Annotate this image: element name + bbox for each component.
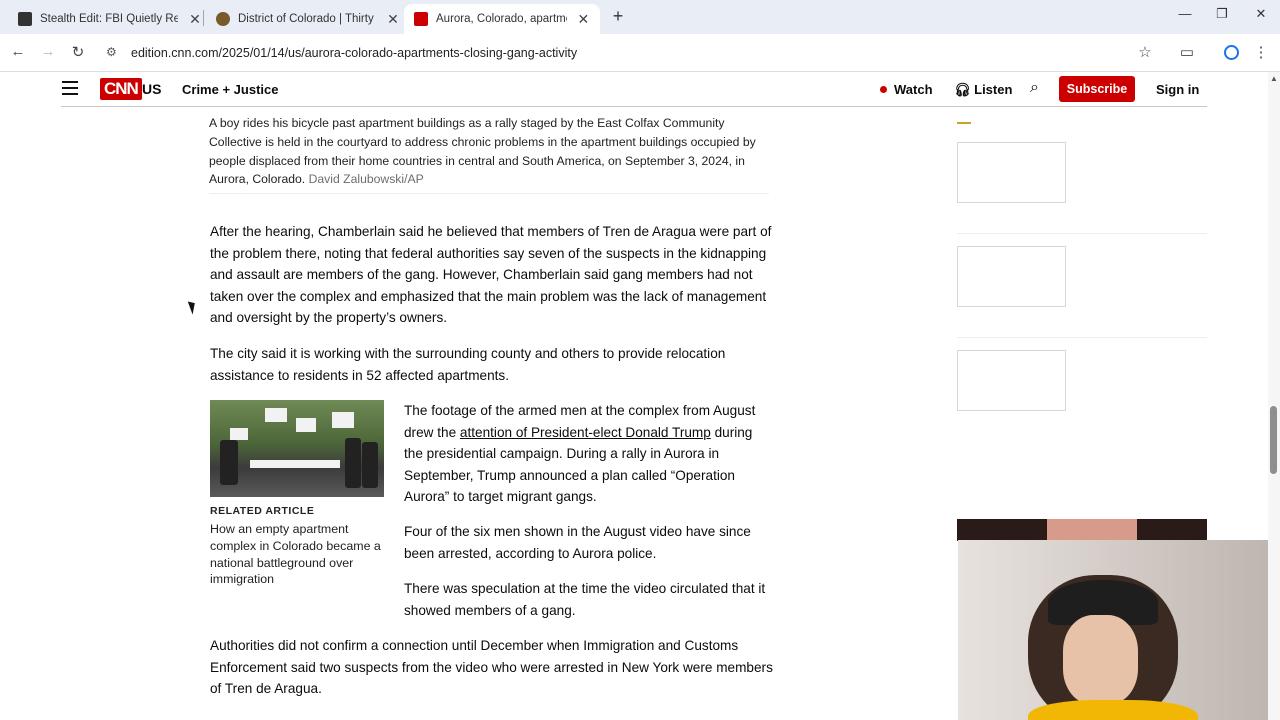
tab-close-icon[interactable]: ✕	[386, 11, 400, 28]
tab-title: District of Colorado | Thirty Cha	[238, 13, 376, 25]
subscribe-button[interactable]: Subscribe	[1059, 76, 1135, 102]
search-icon[interactable]: ⌕	[1030, 79, 1039, 97]
trump-attention-link[interactable]: attention of President-elect Donald Trum…	[460, 425, 711, 440]
article-paragraph: Four of the six men shown in the August …	[404, 524, 751, 561]
site-info-icon[interactable]: ⚙	[106, 45, 120, 59]
caption-divider	[209, 193, 769, 194]
photo-credit: David Zalubowski/AP	[308, 172, 424, 187]
tab-favicon-icon	[18, 12, 32, 26]
minimize-icon[interactable]: —	[1175, 6, 1195, 21]
tab-cnn-aurora[interactable]: Aurora, Colorado, apartment co ✕	[404, 4, 600, 34]
sidebar-placeholder[interactable]	[957, 350, 1066, 411]
tab-close-icon[interactable]: ✕	[577, 11, 590, 28]
sidebar-placeholder[interactable]	[957, 246, 1066, 307]
sidebar-divider	[957, 337, 1207, 338]
tab-favicon-icon	[216, 12, 230, 26]
scroll-up-icon[interactable]: ▲	[1268, 74, 1280, 83]
article-paragraph: The footage of the armed men at the comp…	[404, 400, 774, 508]
tab-separator	[203, 10, 204, 26]
tab-district-colorado[interactable]: District of Colorado | Thirty Cha ✕	[206, 4, 410, 34]
tab-close-icon[interactable]: ✕	[188, 11, 202, 28]
restore-icon[interactable]: ❐	[1212, 6, 1232, 22]
sign-in-link[interactable]: Sign in	[1156, 82, 1199, 97]
reload-icon[interactable]: ↻	[68, 43, 88, 61]
cnn-header: CNN US Crime + Justice Watch 🎧︎ Listen ⌕…	[0, 72, 1268, 107]
profile-icon[interactable]	[1224, 45, 1239, 60]
edition-label[interactable]: US	[142, 81, 161, 97]
tab-title: Aurora, Colorado, apartment co	[436, 13, 567, 25]
listen-link[interactable]: 🎧︎ Listen	[954, 82, 1012, 98]
new-tab-icon[interactable]: +	[608, 6, 628, 27]
headphones-icon: 🎧︎	[954, 82, 975, 97]
browser-menu-icon[interactable]: ⋮	[1251, 43, 1271, 61]
mouse-cursor-icon	[187, 299, 199, 315]
live-dot-icon	[880, 86, 887, 93]
bookmark-star-icon[interactable]: ☆	[1135, 43, 1155, 61]
back-icon[interactable]: ←	[8, 43, 28, 60]
address-bar: ← → ↻ ⚙ edition.cnn.com/2025/01/14/us/au…	[0, 34, 1280, 72]
cnn-logo[interactable]: CNN	[100, 78, 142, 100]
related-article-label: RELATED ARTICLE	[210, 505, 315, 517]
image-caption: A boy rides his bicycle past apartment b…	[209, 114, 769, 189]
header-divider	[61, 106, 1207, 107]
watch-label: Watch	[894, 82, 933, 97]
watch-link[interactable]: Watch	[880, 82, 933, 97]
sidebar-icon[interactable]: ▭	[1177, 43, 1197, 61]
related-article-image[interactable]	[210, 400, 384, 497]
scrollbar-thumb[interactable]	[1270, 406, 1277, 474]
webcam-overlay	[958, 540, 1280, 720]
caption-text: A boy rides his bicycle past apartment b…	[209, 116, 756, 187]
page-scrollbar[interactable]	[1268, 72, 1280, 720]
browser-tab-bar: Stealth Edit: FBI Quietly Revises ✕ Dist…	[0, 0, 1280, 34]
section-link[interactable]: Crime + Justice	[182, 82, 278, 97]
tab-title: Stealth Edit: FBI Quietly Revises	[40, 13, 178, 25]
article-paragraph: There was speculation at the time the vi…	[404, 581, 766, 618]
sidebar-divider	[957, 233, 1207, 234]
url-field[interactable]: edition.cnn.com/2025/01/14/us/aurora-col…	[131, 46, 577, 60]
hamburger-menu-icon[interactable]	[62, 81, 78, 95]
sidebar-accent-bar	[957, 122, 971, 124]
tab-favicon-icon	[414, 12, 428, 26]
sidebar-placeholder[interactable]	[957, 142, 1066, 203]
article-paragraph: Authorities did not confirm a connection…	[210, 638, 773, 697]
window-close-icon[interactable]: ✕	[1251, 6, 1271, 22]
article-paragraph: The city said it is working with the sur…	[210, 346, 726, 383]
listen-label: Listen	[974, 82, 1013, 97]
tab-stealth-edit[interactable]: Stealth Edit: FBI Quietly Revises ✕	[8, 4, 212, 34]
article-paragraph: After the hearing, Chamberlain said he b…	[210, 224, 772, 326]
related-article-link[interactable]: How an empty apartment complex in Colora…	[210, 521, 386, 588]
video-frame-top	[957, 519, 1207, 541]
forward-icon[interactable]: →	[38, 43, 58, 60]
